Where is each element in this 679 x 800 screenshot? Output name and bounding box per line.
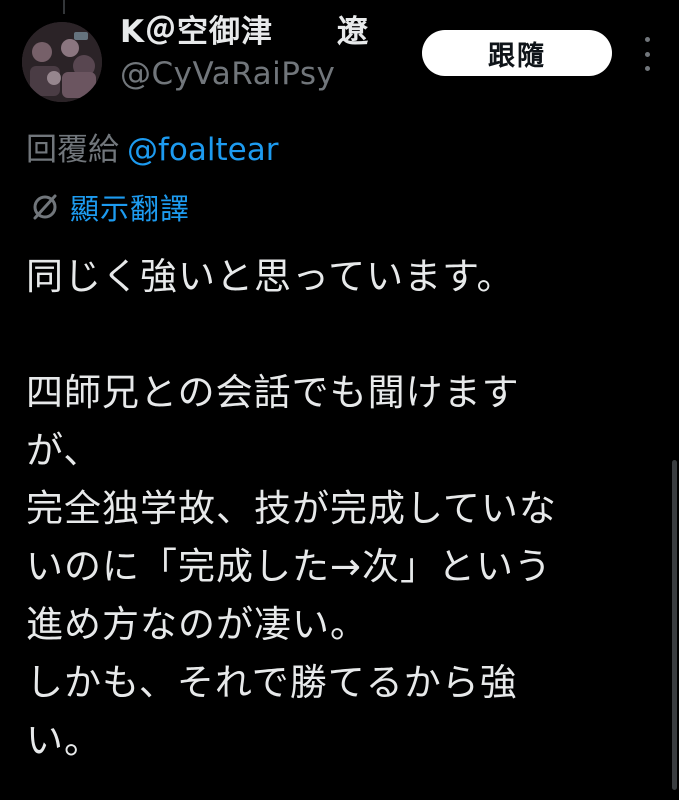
translate-globe-icon — [33, 194, 57, 220]
tweet-author-info: K＠空御津 遼 @CyVaRaiPsy — [120, 10, 410, 94]
scrollbar-thumb[interactable] — [672, 460, 677, 790]
more-dot — [644, 51, 650, 57]
show-translation-link[interactable]: 顯示翻譯 — [30, 187, 190, 227]
follow-button[interactable]: 跟隨 — [422, 30, 612, 76]
avatar-image — [22, 22, 102, 102]
author-display-name[interactable]: K＠空御津 遼 — [120, 10, 410, 54]
thread-connector-line — [63, 0, 65, 14]
author-avatar[interactable] — [22, 22, 102, 102]
reply-label: 回覆給 — [26, 132, 119, 168]
show-translation-label: 顯示翻譯 — [70, 192, 191, 226]
more-options-icon[interactable] — [632, 37, 662, 71]
author-handle[interactable]: @CyVaRaiPsy — [120, 54, 410, 94]
tweet-text: 同じく強いと思っています。 四師兄との会話でも聞けます が、 完全独学故、技が完… — [26, 255, 557, 762]
more-dot — [644, 66, 650, 71]
more-dot — [644, 37, 650, 42]
reply-context: 回覆給 @foaltear — [26, 128, 278, 172]
reply-mention-link[interactable]: @foaltear — [127, 132, 278, 168]
